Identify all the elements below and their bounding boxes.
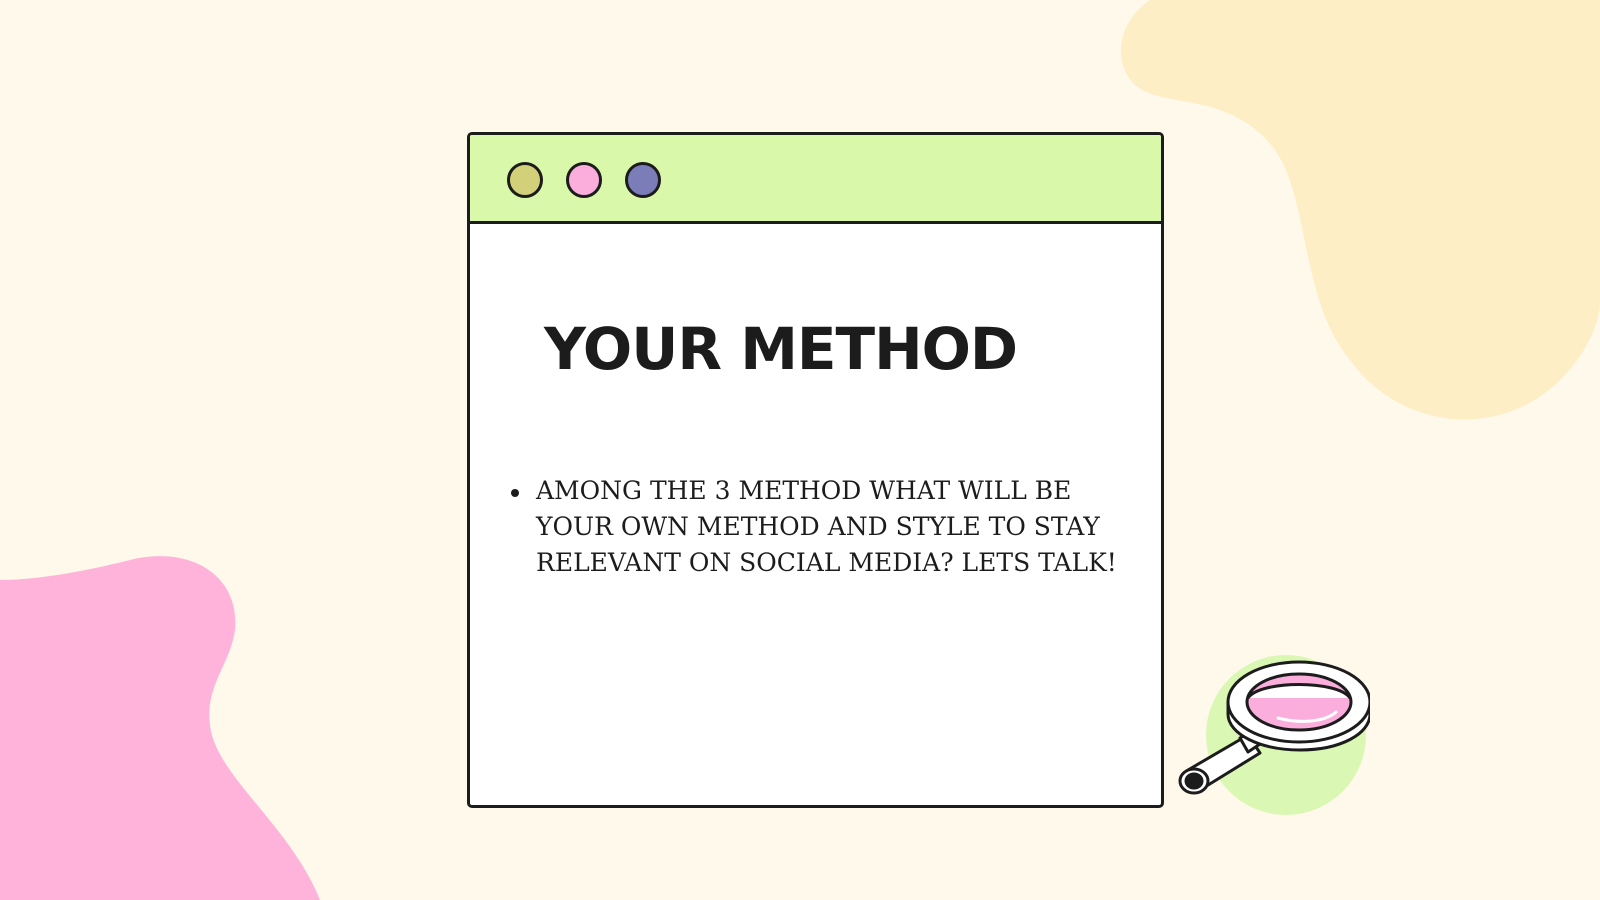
bullet-list: AMONG THE 3 METHOD WHAT WILL BE YOUR OWN… [503,473,1123,581]
background-blob-bottom-left [0,556,320,900]
magnifying-glass-icon [1178,655,1370,815]
window-dot-icon [507,162,543,198]
bullet-item: AMONG THE 3 METHOD WHAT WILL BE YOUR OWN… [503,473,1123,581]
window-title-bar [470,135,1161,224]
bullet-dot-icon [511,489,519,497]
browser-window: YOUR METHOD AMONG THE 3 METHOD WHAT WILL… [467,132,1164,808]
window-dot-icon [625,162,661,198]
bullet-text: AMONG THE 3 METHOD WHAT WILL BE YOUR OWN… [536,476,1117,577]
window-dot-icon [566,162,602,198]
slide-title: YOUR METHOD [544,315,1018,383]
